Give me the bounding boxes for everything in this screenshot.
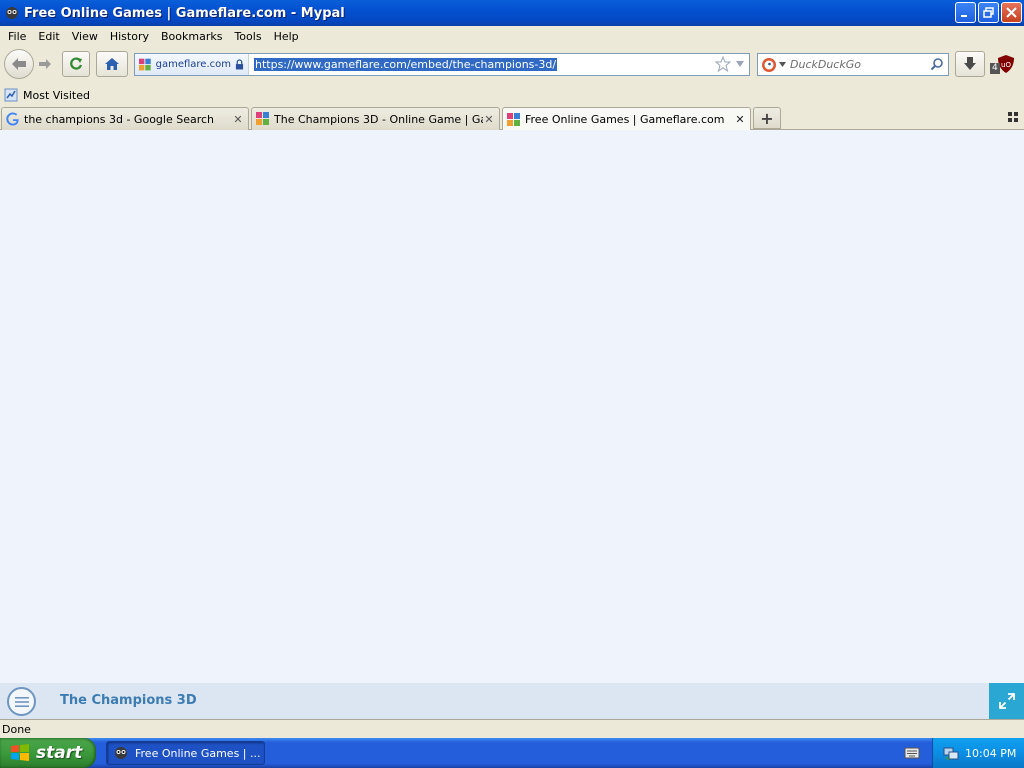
bookmark-star-icon[interactable] <box>715 56 731 72</box>
minimize-button[interactable] <box>955 2 976 23</box>
game-menu-button[interactable] <box>7 687 36 716</box>
tab-strip: the champions 3d - Google Search ✕ The C… <box>0 106 1024 131</box>
mypal-raccoon-icon <box>4 5 20 21</box>
menu-bookmarks[interactable]: Bookmarks <box>155 30 228 43</box>
tab-google-search[interactable]: the champions 3d - Google Search ✕ <box>1 107 249 130</box>
status-text: Done <box>2 722 31 736</box>
menu-file[interactable]: File <box>2 30 32 43</box>
back-button[interactable] <box>4 49 34 79</box>
gameflare-icon <box>139 58 151 70</box>
taskbar-item-label: Free Online Games | ... <box>135 746 261 760</box>
engine-dropdown-icon <box>779 62 786 67</box>
menu-edit[interactable]: Edit <box>32 30 65 43</box>
start-label: start <box>36 743 83 763</box>
windows-logo-icon <box>11 744 29 761</box>
back-arrow-icon <box>12 58 26 70</box>
navigation-toolbar: gameflare.com https://www.gameflare.com/… <box>0 46 1024 82</box>
dropdown-arrow-icon[interactable] <box>735 60 745 68</box>
svg-text:uO: uO <box>1001 61 1011 69</box>
google-icon <box>6 112 19 126</box>
bookmark-most-visited[interactable]: Most Visited <box>23 89 90 102</box>
search-bar[interactable]: DuckDuckGo <box>757 53 949 76</box>
menu-help[interactable]: Help <box>268 30 305 43</box>
network-icon[interactable] <box>943 745 959 761</box>
window-title: Free Online Games | Gameflare.com - Mypa… <box>24 5 345 21</box>
ublock-addon-button[interactable]: uO 4 <box>990 54 1018 76</box>
most-visited-folder-icon <box>4 88 18 102</box>
status-bar: Done <box>0 719 1024 738</box>
tab-free-online-games[interactable]: Free Online Games | Gameflare.com ✕ <box>502 107 751 131</box>
new-tab-button[interactable]: + <box>753 107 781 129</box>
home-icon <box>105 58 119 70</box>
url-text[interactable]: https://www.gameflare.com/embed/the-cham… <box>254 58 558 71</box>
tab-close-icon[interactable]: ✕ <box>483 113 495 126</box>
window-titlebar[interactable]: Free Online Games | Gameflare.com - Mypa… <box>0 0 1024 26</box>
forward-arrow-icon <box>39 59 51 69</box>
downloads-button[interactable] <box>955 51 985 77</box>
search-engine-selector[interactable] <box>758 57 790 73</box>
system-tray: 10:04 PM <box>932 738 1024 768</box>
url-bar[interactable]: gameflare.com https://www.gameflare.com/… <box>134 53 750 76</box>
clock[interactable]: 10:04 PM <box>965 747 1016 760</box>
expand-icon <box>998 693 1015 709</box>
identity-label: gameflare.com <box>155 59 231 70</box>
keyboard-icon[interactable] <box>904 746 920 760</box>
hamburger-menu-icon <box>14 696 29 707</box>
download-arrow-icon <box>964 57 976 70</box>
mypal-raccoon-icon <box>115 747 127 759</box>
menu-history[interactable]: History <box>104 30 155 43</box>
tab-close-icon[interactable]: ✕ <box>232 113 244 126</box>
back-forward-group <box>4 49 60 79</box>
addon-badge: 4 <box>990 63 1000 74</box>
forward-button[interactable] <box>34 55 56 73</box>
tab-label: Free Online Games | Gameflare.com <box>525 113 725 126</box>
game-title: The Champions 3D <box>60 693 197 708</box>
tab-close-icon[interactable]: ✕ <box>734 113 746 126</box>
tab-label: the champions 3d - Google Search <box>24 112 215 126</box>
menu-tools[interactable]: Tools <box>228 30 267 43</box>
reload-icon <box>70 57 83 70</box>
game-footer-bar: The Champions 3D <box>0 683 1024 719</box>
taskbar-item-mypal[interactable]: Free Online Games | ... <box>106 741 265 765</box>
menu-bar: File Edit View History Bookmarks Tools H… <box>0 26 1024 46</box>
bookmarks-toolbar: Most Visited <box>0 84 1024 106</box>
close-button[interactable] <box>1001 2 1022 23</box>
gameflare-icon <box>507 112 520 126</box>
restore-button[interactable] <box>978 2 999 23</box>
fullscreen-button[interactable] <box>989 683 1024 719</box>
site-identity[interactable]: gameflare.com <box>135 54 249 75</box>
start-button[interactable]: start <box>0 738 96 768</box>
list-all-tabs-icon[interactable] <box>1008 112 1018 122</box>
home-button[interactable] <box>96 51 128 77</box>
search-icon[interactable] <box>930 57 944 71</box>
gameflare-icon <box>256 112 269 125</box>
lock-icon <box>235 59 244 70</box>
tab-champions-game[interactable]: The Champions 3D - Online Game | Game...… <box>251 107 500 130</box>
search-input[interactable]: DuckDuckGo <box>790 58 861 71</box>
tab-label: The Champions 3D - Online Game | Game... <box>274 112 483 126</box>
duckduckgo-icon <box>762 57 776 72</box>
game-embed-area[interactable] <box>0 130 1024 683</box>
menu-view[interactable]: View <box>66 30 104 43</box>
reload-button[interactable] <box>62 51 90 77</box>
taskbar: start Free Online Games | ... 10:04 PM <box>0 738 1024 768</box>
